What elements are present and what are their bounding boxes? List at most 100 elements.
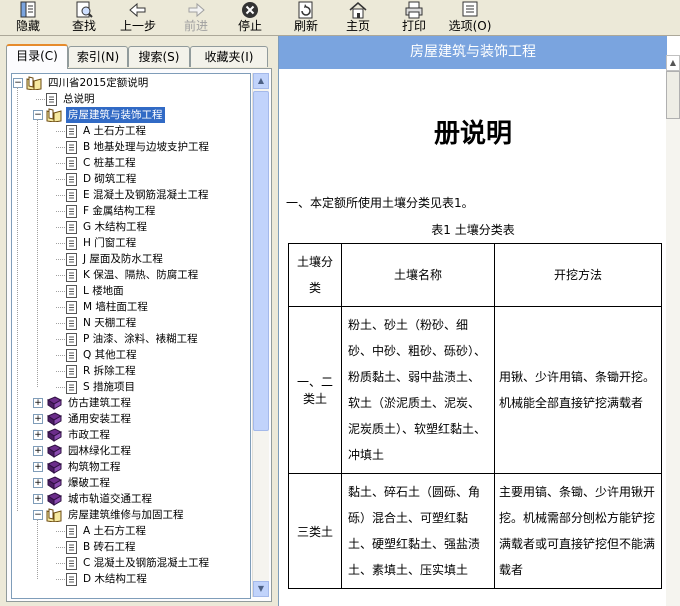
tree-item[interactable]: D 砌筑工程 bbox=[66, 171, 138, 187]
home-button[interactable]: 主页 bbox=[336, 0, 380, 34]
stop-button[interactable]: 停止 bbox=[228, 0, 272, 34]
tree-item[interactable]: Q 其他工程 bbox=[66, 347, 139, 363]
hide-button[interactable]: 隐藏 bbox=[6, 0, 50, 34]
document-scrollbar[interactable]: ▲ bbox=[666, 55, 680, 606]
options-icon bbox=[462, 1, 478, 17]
page-icon bbox=[66, 140, 77, 154]
tree-connector bbox=[56, 547, 65, 548]
tab-index[interactable]: 索引(N) bbox=[68, 46, 128, 67]
tree-item[interactable]: 仿古建筑工程 bbox=[46, 395, 133, 411]
print-button[interactable]: 打印 bbox=[392, 0, 436, 34]
open-book-icon bbox=[46, 508, 62, 522]
tree-item-label: 通用安装工程 bbox=[68, 413, 131, 425]
scroll-thumb[interactable] bbox=[253, 91, 269, 431]
tree-item[interactable]: B 砖石工程 bbox=[66, 539, 138, 555]
tree-item[interactable]: P 油漆、涂料、裱糊工程 bbox=[66, 331, 200, 347]
forward-arrow-icon bbox=[188, 2, 205, 18]
tree-item[interactable]: E 混凝土及钢筋混凝土工程 bbox=[66, 187, 210, 203]
expand-toggle[interactable]: + bbox=[33, 430, 43, 440]
tree-connector bbox=[56, 579, 65, 580]
tree-item-label: 仿古建筑工程 bbox=[68, 397, 131, 409]
tree-connector bbox=[56, 259, 65, 260]
tree-item-label: B 地基处理与边坡支护工程 bbox=[83, 141, 210, 153]
soil-names-cell: 黏土、碎石土（圆砾、角砾）混合土、可塑红黏土、硬塑红黏土、强盐渍土、素填土、压实… bbox=[341, 473, 495, 589]
tree-item[interactable]: 城市轨道交通工程 bbox=[46, 491, 154, 507]
tree-connector bbox=[56, 339, 65, 340]
tab-contents[interactable]: 目录(C) bbox=[6, 44, 68, 69]
tree-item[interactable]: 四川省2015定额说明 bbox=[26, 75, 150, 91]
tab-favorites[interactable]: 收藏夹(I) bbox=[190, 46, 268, 67]
forward-button[interactable]: 前进 bbox=[174, 0, 218, 34]
home-icon bbox=[349, 2, 367, 19]
tree-item[interactable]: C 桩基工程 bbox=[66, 155, 138, 171]
page-icon bbox=[66, 524, 77, 538]
tab-search[interactable]: 搜索(S) bbox=[128, 46, 190, 67]
forward-label: 前进 bbox=[183, 19, 208, 33]
tree-connector bbox=[56, 147, 65, 148]
doc-scroll-thumb[interactable] bbox=[666, 71, 680, 119]
expand-toggle[interactable]: + bbox=[33, 398, 43, 408]
soil-classification-table: 土壤分类 土壤名称 开挖方法 一、二类土 粉土、砂土（粉砂、细砂、中砂、粗砂、砾… bbox=[288, 243, 662, 589]
refresh-button[interactable]: 刷新 bbox=[284, 0, 328, 34]
tree-item[interactable]: B 地基处理与边坡支护工程 bbox=[66, 139, 211, 155]
tree-connector bbox=[56, 195, 65, 196]
collapse-toggle[interactable]: − bbox=[13, 78, 23, 88]
tree-connector bbox=[56, 179, 65, 180]
tree-item[interactable]: 房屋建筑维修与加固工程 bbox=[46, 507, 186, 523]
tree-connector bbox=[56, 163, 65, 164]
tree-item[interactable]: J 屋面及防水工程 bbox=[66, 251, 165, 267]
page-icon bbox=[66, 172, 77, 186]
expand-toggle[interactable]: + bbox=[33, 462, 43, 472]
tree-connector bbox=[56, 355, 65, 356]
tree-item[interactable]: R 拆除工程 bbox=[66, 363, 138, 379]
tree-item[interactable]: N 天棚工程 bbox=[66, 315, 138, 331]
content-pane: 房屋建筑与装饰工程 册说明 一、本定额所使用土壤分类见表1。 表1 土壤分类表 … bbox=[278, 36, 680, 606]
tree-item[interactable]: D 木结构工程 bbox=[66, 571, 149, 587]
tree-item[interactable]: F 金属结构工程 bbox=[66, 203, 157, 219]
tree-item[interactable]: 通用安装工程 bbox=[46, 411, 133, 427]
table-caption: 表1 土壤分类表 bbox=[431, 223, 515, 237]
tree-item[interactable]: 房屋建筑与装饰工程 bbox=[46, 107, 165, 123]
table-header-row: 土壤分类 土壤名称 开挖方法 bbox=[288, 243, 662, 307]
page-icon bbox=[66, 556, 77, 570]
tree-connector bbox=[56, 227, 65, 228]
hide-label: 隐藏 bbox=[15, 19, 40, 33]
doc-scroll-up-button[interactable]: ▲ bbox=[666, 55, 680, 71]
collapse-toggle[interactable]: − bbox=[33, 110, 43, 120]
tree-item[interactable]: 园林绿化工程 bbox=[46, 443, 133, 459]
tree-item[interactable]: S 措施项目 bbox=[66, 379, 137, 395]
tree-scrollbar[interactable]: ▲ ▼ bbox=[252, 73, 269, 597]
find-button[interactable]: 查找 bbox=[62, 0, 106, 34]
page-icon bbox=[66, 380, 77, 394]
scroll-up-button[interactable]: ▲ bbox=[253, 73, 269, 89]
expand-toggle[interactable]: + bbox=[33, 494, 43, 504]
tree-connector bbox=[56, 211, 65, 212]
tree-item[interactable]: A 土石方工程 bbox=[66, 523, 148, 539]
intro-paragraph: 一、本定额所使用土壤分类见表1。 bbox=[286, 196, 474, 210]
tree-item[interactable]: A 土石方工程 bbox=[66, 123, 148, 139]
tree-item[interactable]: 爆破工程 bbox=[46, 475, 112, 491]
scroll-down-button[interactable]: ▼ bbox=[253, 581, 269, 597]
tree-item-label: L 楼地面 bbox=[83, 285, 124, 297]
tree-item[interactable]: L 楼地面 bbox=[66, 283, 126, 299]
expand-toggle[interactable]: + bbox=[33, 478, 43, 488]
tree-item[interactable]: 总说明 bbox=[46, 91, 97, 107]
tree-item-label: A 土石方工程 bbox=[83, 125, 147, 137]
tree-item-label: J 屋面及防水工程 bbox=[83, 253, 163, 265]
tree-item[interactable]: M 墙柱面工程 bbox=[66, 299, 150, 315]
expand-toggle[interactable]: + bbox=[33, 414, 43, 424]
tree-item[interactable]: K 保温、隔热、防腐工程 bbox=[66, 267, 200, 283]
tree-item-label: D 砌筑工程 bbox=[83, 173, 137, 185]
tree-item[interactable]: C 混凝土及钢筋混凝土工程 bbox=[66, 555, 211, 571]
page-icon bbox=[66, 284, 77, 298]
tree-item[interactable]: G 木结构工程 bbox=[66, 219, 149, 235]
tree-item[interactable]: 市政工程 bbox=[46, 427, 112, 443]
tree-connector bbox=[56, 275, 65, 276]
back-button[interactable]: 上一步 bbox=[116, 0, 160, 34]
tree-item-label: 总说明 bbox=[63, 93, 95, 105]
tree-item[interactable]: H 门窗工程 bbox=[66, 235, 138, 251]
options-button[interactable]: 选项(O) bbox=[446, 0, 494, 34]
expand-toggle[interactable]: + bbox=[33, 446, 43, 456]
tree-item[interactable]: 构筑物工程 bbox=[46, 459, 123, 475]
collapse-toggle[interactable]: − bbox=[33, 510, 43, 520]
